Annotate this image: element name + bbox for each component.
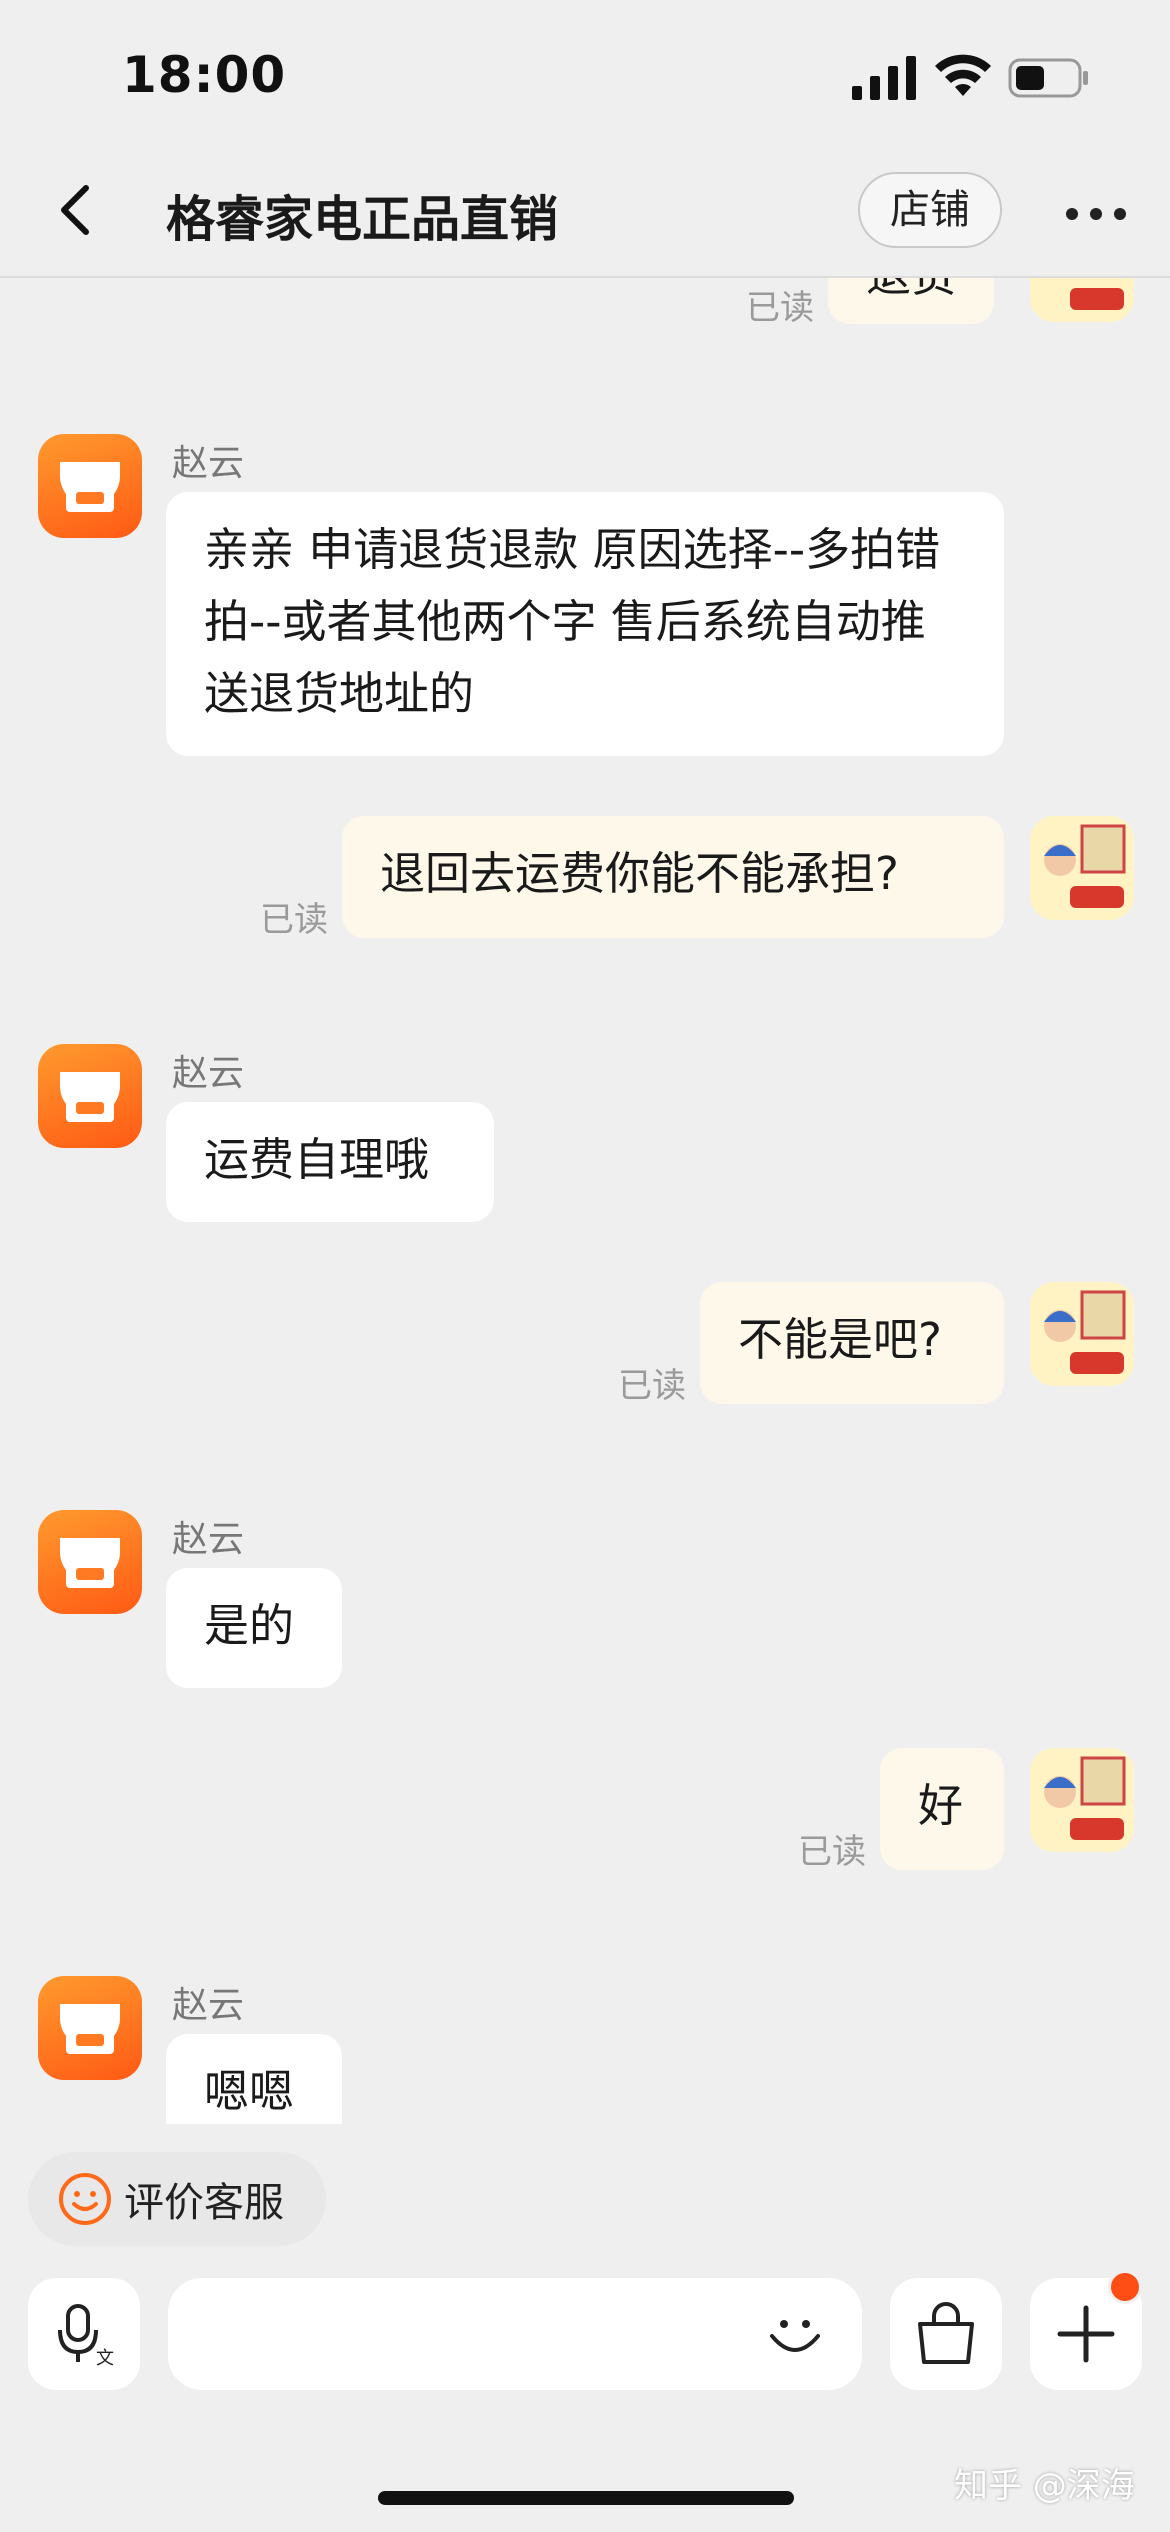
navigation-bar: 格睿家电正品直销 店铺 [0,150,1170,278]
voice-input-icon: 文 [58,2304,114,2368]
shop-icon [60,462,120,512]
chat-area[interactable]: 退货 已读 赵云 亲亲 申请退货退款 原因选择--多拍错拍--或者其他两个字 售… [0,278,1170,2124]
cellular-signal-icon [852,56,916,100]
sender-name: 赵云 [172,1985,245,2026]
message-text: 亲亲 申请退货退款 原因选择--多拍错拍--或者其他两个字 售后系统自动推送退货… [204,523,941,720]
status-bar: 18:00 [0,0,1170,150]
watermark: 知乎 @深海 [954,2466,1135,2506]
page-title: 格睿家电正品直销 [166,191,559,248]
home-indicator[interactable] [378,2491,794,2505]
shop-avatar[interactable] [38,1976,142,2080]
message-bubble-incoming[interactable]: 嗯嗯 [166,2034,342,2124]
shop-icon [60,1072,120,1122]
shop-avatar[interactable] [38,1044,142,1148]
read-receipt: 已读 [746,288,814,328]
user-avatar[interactable] [1030,1282,1134,1386]
more-icon[interactable] [1064,206,1128,222]
read-receipt: 已读 [260,900,328,940]
message-text: 是的 [204,1599,295,1652]
rate-service-button[interactable]: 评价客服 [28,2152,326,2246]
message-bubble-outgoing[interactable]: 好 [880,1748,1004,1870]
battery-icon [1008,58,1088,98]
read-receipt: 已读 [618,1366,686,1406]
message-input[interactable] [168,2278,862,2390]
message-bubble-outgoing[interactable]: 不能是吧? [700,1282,1004,1404]
notification-dot [1108,2270,1142,2304]
sender-name: 赵云 [172,1519,245,1560]
message-bubble-incoming[interactable]: 是的 [166,1568,342,1688]
smile-icon [59,2173,111,2225]
shopping-bag-button[interactable] [890,2278,1002,2390]
message-text: 嗯嗯 [204,2065,295,2118]
store-button[interactable]: 店铺 [858,172,1002,248]
input-bar: 文 [0,2270,1170,2400]
message-text: 运费自理哦 [204,1133,430,1186]
message-bubble-outgoing[interactable]: 退回去运费你能不能承担? [342,816,1004,938]
message-bubble-incoming[interactable]: 亲亲 申请退货退款 原因选择--多拍错拍--或者其他两个字 售后系统自动推送退货… [166,492,1004,756]
message-text: 好 [918,1779,964,1832]
user-avatar[interactable] [1030,816,1134,920]
message-text: 退货 [866,278,956,302]
status-time: 18:00 [122,46,287,104]
voice-input-button[interactable]: 文 [28,2278,140,2390]
plus-icon [1057,2305,1115,2363]
shop-avatar[interactable] [38,434,142,538]
sender-name: 赵云 [172,1053,245,1094]
user-avatar[interactable] [1030,1748,1134,1852]
read-receipt: 已读 [798,1832,866,1872]
sender-name: 赵云 [172,443,245,484]
shop-avatar[interactable] [38,1510,142,1614]
emoji-icon[interactable] [762,2300,828,2366]
user-avatar[interactable] [1030,278,1134,322]
message-text: 不能是吧? [738,1313,942,1366]
shop-icon [60,2004,120,2054]
message-bubble-outgoing[interactable]: 退货 [828,278,995,324]
rate-service-label: 评价客服 [124,2180,284,2226]
message-text: 退回去运费你能不能承担? [380,847,899,900]
wifi-icon [935,54,991,96]
shopping-bag-icon [918,2302,974,2364]
svg-text:文: 文 [96,2348,114,2368]
shop-icon [60,1538,120,1588]
back-arrow-icon[interactable] [48,180,108,240]
message-bubble-incoming[interactable]: 运费自理哦 [166,1102,494,1222]
